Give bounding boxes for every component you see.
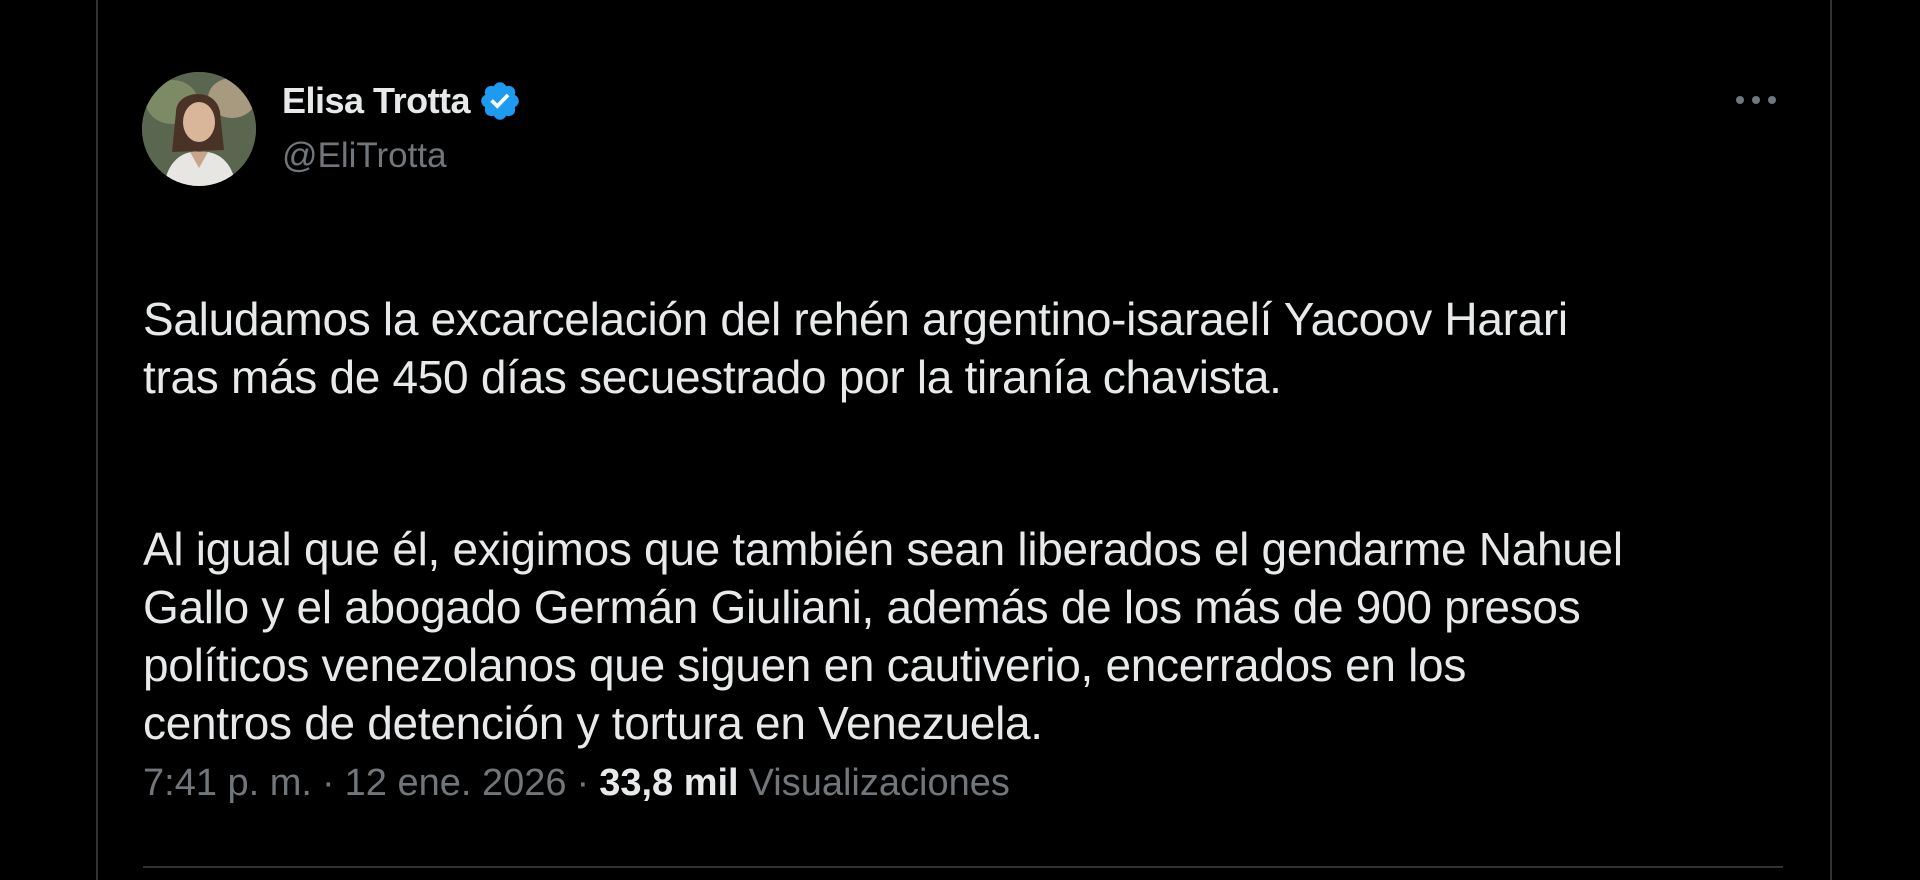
metadata-separator: · <box>321 762 335 804</box>
more-options-icon[interactable] <box>1728 82 1784 118</box>
tweet-paragraph: Al igual que él, exigimos que también se… <box>143 523 1623 749</box>
author-display-name[interactable]: Elisa Trotta <box>282 80 471 122</box>
tweet-date[interactable]: 12 ene. 2026 <box>345 762 567 805</box>
tweet-card: Elisa Trotta @EliTrotta Saludamos la exc… <box>98 0 1830 880</box>
avatar[interactable] <box>142 72 256 186</box>
tweet-time[interactable]: 7:41 p. m. <box>143 762 312 805</box>
author-name-row: Elisa Trotta <box>282 78 522 124</box>
avatar-image <box>142 72 256 186</box>
views-count: 33,8 mil <box>599 762 739 804</box>
tweet-metadata: 7:41 p. m. · 12 ene. 2026 · 33,8 mil Vis… <box>143 762 1010 805</box>
author-handle[interactable]: @EliTrotta <box>282 136 447 176</box>
divider <box>143 866 1783 868</box>
metadata-separator: · <box>576 762 590 804</box>
verified-badge-icon[interactable] <box>478 79 522 123</box>
right-column-border <box>1830 0 1832 880</box>
views-label: Visualizaciones <box>748 762 1010 804</box>
tweet-paragraph: Saludamos la excarcelación del rehén arg… <box>143 293 1568 403</box>
